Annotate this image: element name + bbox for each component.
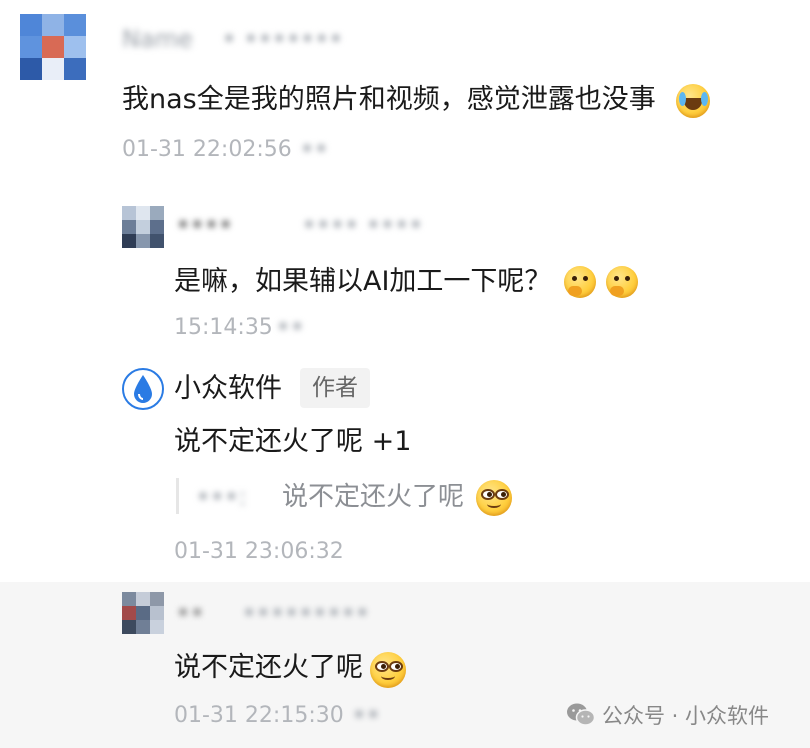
smirk-emoji <box>476 480 512 516</box>
comment-text: 是嘛，如果辅以AI加工一下呢？ <box>174 266 552 297</box>
comment-list: Name • ••••••• 我nas全是我的照片和视频，感觉泄露也没事 01-… <box>0 0 810 748</box>
comment-time: 01-31 22:02:56 <box>122 137 292 162</box>
user-meta: ••••••••• <box>242 599 370 627</box>
laugh-cry-emoji <box>676 84 710 118</box>
footer-watermark: 公众号 · 小众软件 <box>602 704 770 728</box>
quoted-user: •••: <box>196 483 247 511</box>
comment-text: 我nas全是我的照片和视频，感觉泄露也没事 <box>122 84 656 115</box>
location: •• <box>352 701 381 729</box>
author-avatar[interactable] <box>122 368 164 410</box>
username[interactable]: Name <box>122 24 193 54</box>
quote-bar <box>176 478 179 514</box>
author-name[interactable]: 小众软件 <box>174 372 282 406</box>
comment-time: 01-31 22:15:30 <box>174 703 344 728</box>
user-meta: • ••••••• <box>222 25 343 53</box>
thinking-emoji <box>606 266 638 298</box>
author-badge: 作者 <box>300 368 370 408</box>
comment-time: 15:14:35 <box>174 315 273 340</box>
username[interactable]: •• <box>176 598 204 628</box>
quoted-text: 说不定还火了呢 <box>282 482 465 512</box>
wechat-icon <box>567 703 596 726</box>
user-meta: •••• •••• <box>302 211 423 239</box>
comment-text: 说不定还火了呢 <box>174 652 363 683</box>
comment-text: 说不定还火了呢 +1 <box>174 426 412 457</box>
avatar[interactable] <box>122 206 164 248</box>
drop-icon <box>134 375 152 403</box>
location: •• <box>300 135 329 163</box>
avatar[interactable] <box>20 14 86 80</box>
username[interactable]: •••• <box>176 210 233 240</box>
thinking-emoji <box>564 266 596 298</box>
smirk-emoji <box>370 652 406 688</box>
comment-time: 01-31 23:06:32 <box>174 539 344 564</box>
avatar[interactable] <box>122 592 164 634</box>
location: •• <box>276 313 305 341</box>
